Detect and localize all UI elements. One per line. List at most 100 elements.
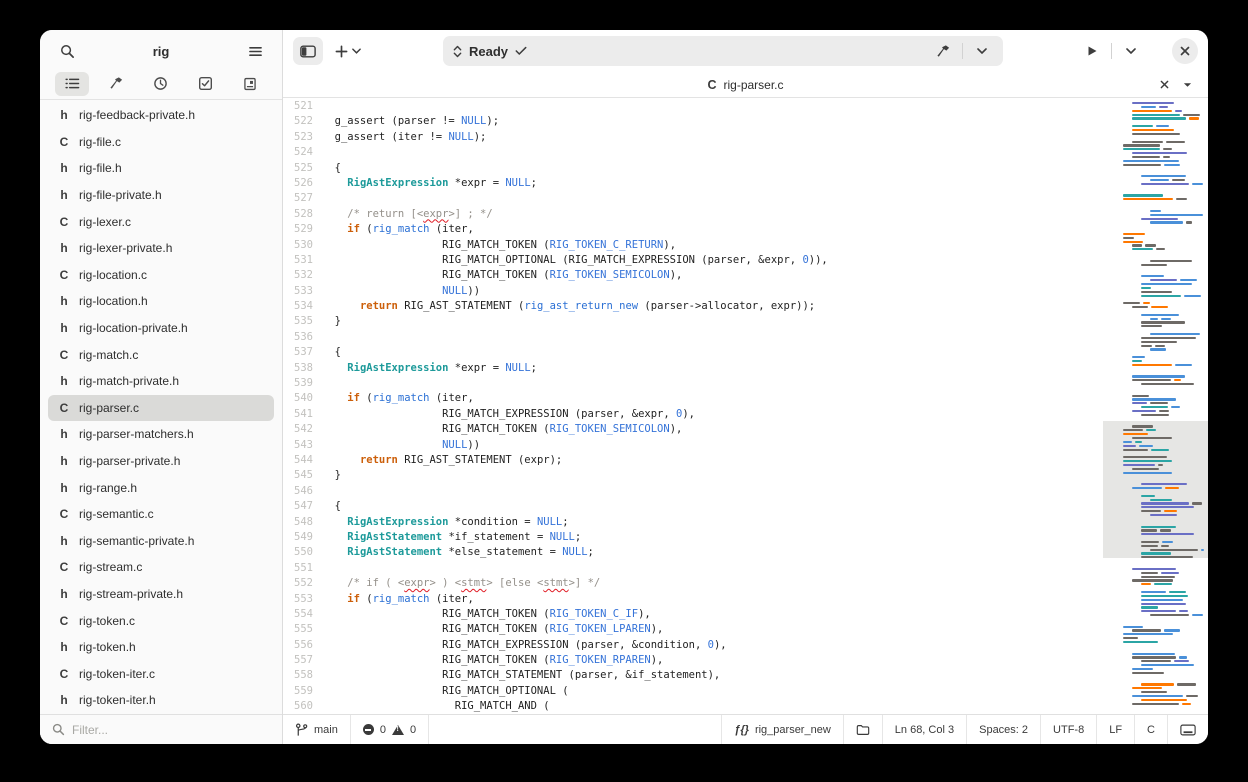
- line-number[interactable]: 521: [283, 99, 313, 114]
- file-row-rig-semantic-private.h[interactable]: h rig-semantic-private.h: [48, 528, 274, 555]
- omnibar[interactable]: Ready: [443, 36, 1003, 66]
- code-line-560[interactable]: 560 RIG_MATCH_AND (: [283, 699, 1103, 714]
- code-line-525[interactable]: 525 {: [283, 161, 1103, 176]
- code-line-549[interactable]: 549 RigAstStatement *if_statement = NULL…: [283, 530, 1103, 545]
- file-row-rig-token-iter.c[interactable]: Crig-token-iter.c: [48, 660, 274, 687]
- indentation-setting[interactable]: Spaces: 2: [967, 715, 1040, 744]
- file-row-rig-lexer-private.h[interactable]: h rig-lexer-private.h: [48, 235, 274, 262]
- line-number[interactable]: 547: [283, 499, 313, 514]
- code-line-557[interactable]: 557 RIG_MATCH_TOKEN (RIG_TOKEN_RPAREN),: [283, 653, 1103, 668]
- code-line-558[interactable]: 558 RIG_MATCH_STATEMENT (parser, &if_sta…: [283, 668, 1103, 683]
- code-line-547[interactable]: 547 {: [283, 499, 1103, 514]
- line-number[interactable]: 549: [283, 530, 313, 545]
- minimap-viewport[interactable]: [1103, 420, 1208, 558]
- filter-input[interactable]: [72, 722, 242, 737]
- line-number[interactable]: 548: [283, 515, 313, 530]
- toggle-sidebar-button[interactable]: [293, 37, 323, 65]
- code-line-527[interactable]: 527: [283, 191, 1103, 206]
- line-number[interactable]: 529: [283, 222, 313, 237]
- code-line-533[interactable]: 533 NULL)): [283, 284, 1103, 299]
- minimap[interactable]: [1103, 98, 1208, 714]
- keyboard-toggle[interactable]: [1168, 715, 1208, 744]
- code-line-536[interactable]: 536: [283, 330, 1103, 345]
- file-row-rig-token.c[interactable]: Crig-token.c: [48, 607, 274, 634]
- line-number[interactable]: 553: [283, 592, 313, 607]
- code-line-541[interactable]: 541 RIG_MATCH_EXPRESSION (parser, &expr,…: [283, 407, 1103, 422]
- line-number[interactable]: 551: [283, 561, 313, 576]
- line-number[interactable]: 542: [283, 422, 313, 437]
- line-number[interactable]: 523: [283, 130, 313, 145]
- code-line-537[interactable]: 537 {: [283, 345, 1103, 360]
- file-row-rig-location-private.h[interactable]: h rig-location-private.h: [48, 315, 274, 342]
- tab-rig-parser[interactable]: C rig-parser.c: [283, 78, 1208, 92]
- code-line-556[interactable]: 556 RIG_MATCH_EXPRESSION (parser, &condi…: [283, 638, 1103, 653]
- code-line-534[interactable]: 534 return RIG_AST_STATEMENT (rig_ast_re…: [283, 299, 1103, 314]
- branch-indicator[interactable]: main: [283, 715, 350, 744]
- file-row-rig-feedback-private.h[interactable]: h rig-feedback-private.h: [48, 102, 274, 129]
- file-row-rig-parser.c[interactable]: Crig-parser.c: [48, 394, 274, 422]
- line-number[interactable]: 556: [283, 638, 313, 653]
- code-line-539[interactable]: 539: [283, 376, 1103, 391]
- code-line-529[interactable]: 529 if (rig_match (iter,: [283, 222, 1103, 237]
- code-line-553[interactable]: 553 if (rig_match (iter,: [283, 592, 1103, 607]
- line-number[interactable]: 546: [283, 484, 313, 499]
- run-menu-button[interactable]: [1118, 38, 1144, 64]
- file-row-rig-match-private.h[interactable]: h rig-match-private.h: [48, 368, 274, 395]
- code-line-532[interactable]: 532 RIG_MATCH_TOKEN (RIG_TOKEN_SEMICOLON…: [283, 268, 1103, 283]
- sidebar-tab-project-tree[interactable]: [55, 71, 90, 96]
- file-row-rig-file-private.h[interactable]: h rig-file-private.h: [48, 182, 274, 209]
- line-number[interactable]: 545: [283, 468, 313, 483]
- project-folder-button[interactable]: [844, 715, 882, 744]
- code-line-554[interactable]: 554 RIG_MATCH_TOKEN (RIG_TOKEN_C_IF),: [283, 607, 1103, 622]
- line-number[interactable]: 560: [283, 699, 313, 714]
- code-area[interactable]: 521 522 g_assert (parser != NULL); 523 g_a…: [283, 98, 1103, 714]
- line-number[interactable]: 537: [283, 345, 313, 360]
- file-row-rig-lexer.c[interactable]: Crig-lexer.c: [48, 208, 274, 235]
- file-row-rig-range.h[interactable]: h rig-range.h: [48, 474, 274, 501]
- file-row-rig-parser-matchers.h[interactable]: h rig-parser-matchers.h: [48, 421, 274, 448]
- line-number[interactable]: 550: [283, 545, 313, 560]
- file-row-rig-file.c[interactable]: Crig-file.c: [48, 129, 274, 156]
- line-number[interactable]: 526: [283, 176, 313, 191]
- line-number[interactable]: 536: [283, 330, 313, 345]
- diagnostics-indicator[interactable]: 0 0: [351, 715, 428, 744]
- code-line-551[interactable]: 551: [283, 561, 1103, 576]
- line-number[interactable]: 552: [283, 576, 313, 591]
- line-number[interactable]: 559: [283, 684, 313, 699]
- line-number[interactable]: 539: [283, 376, 313, 391]
- line-number[interactable]: 555: [283, 622, 313, 637]
- tab-list-chevron-icon[interactable]: [1183, 82, 1192, 88]
- code-line-540[interactable]: 540 if (rig_match (iter,: [283, 391, 1103, 406]
- line-number[interactable]: 554: [283, 607, 313, 622]
- file-row-rig-location.c[interactable]: Crig-location.c: [48, 262, 274, 289]
- line-number[interactable]: 544: [283, 453, 313, 468]
- line-number[interactable]: 531: [283, 253, 313, 268]
- main-menu-button[interactable]: [242, 38, 268, 64]
- sidebar-tab-documentation[interactable]: [233, 72, 267, 96]
- code-line-545[interactable]: 545 }: [283, 468, 1103, 483]
- code-line-559[interactable]: 559 RIG_MATCH_OPTIONAL (: [283, 684, 1103, 699]
- file-row-rig-match.c[interactable]: Crig-match.c: [48, 341, 274, 368]
- file-row-rig-semantic.c[interactable]: Crig-semantic.c: [48, 501, 274, 528]
- code-line-522[interactable]: 522 g_assert (parser != NULL);: [283, 114, 1103, 129]
- code-line-555[interactable]: 555 RIG_MATCH_TOKEN (RIG_TOKEN_LPAREN),: [283, 622, 1103, 637]
- line-number[interactable]: 534: [283, 299, 313, 314]
- cursor-position[interactable]: Ln 68, Col 3: [883, 715, 966, 744]
- new-page-button[interactable]: [329, 38, 367, 64]
- code-line-548[interactable]: 548 RigAstExpression *condition = NULL;: [283, 515, 1103, 530]
- file-row-rig-parser-private.h[interactable]: h rig-parser-private.h: [48, 448, 274, 475]
- search-button[interactable]: [54, 38, 80, 64]
- line-number[interactable]: 535: [283, 314, 313, 329]
- code-line-550[interactable]: 550 RigAstStatement *else_statement = NU…: [283, 545, 1103, 560]
- line-number[interactable]: 525: [283, 161, 313, 176]
- file-row-rig-token.h[interactable]: h rig-token.h: [48, 634, 274, 661]
- code-line-543[interactable]: 543 NULL)): [283, 438, 1103, 453]
- line-number[interactable]: 524: [283, 145, 313, 160]
- line-number[interactable]: 533: [283, 284, 313, 299]
- line-number[interactable]: 527: [283, 191, 313, 206]
- line-number[interactable]: 538: [283, 361, 313, 376]
- line-number[interactable]: 532: [283, 268, 313, 283]
- code-line-531[interactable]: 531 RIG_MATCH_OPTIONAL (RIG_MATCH_EXPRES…: [283, 253, 1103, 268]
- line-number[interactable]: 557: [283, 653, 313, 668]
- code-line-535[interactable]: 535 }: [283, 314, 1103, 329]
